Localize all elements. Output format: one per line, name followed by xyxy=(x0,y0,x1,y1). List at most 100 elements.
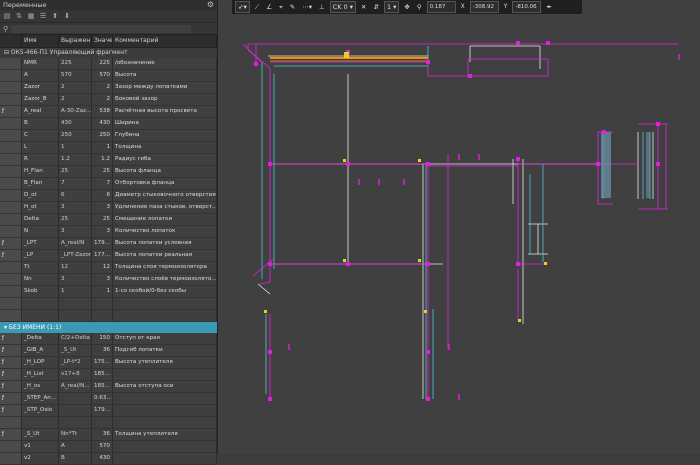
variable-comment[interactable]: Высота лопатки реальная xyxy=(113,250,217,261)
variable-comment[interactable]: Зазор между лопатками xyxy=(113,82,217,93)
variable-comment[interactable]: Количество лопаток xyxy=(113,226,217,237)
variable-value[interactable]: 3 xyxy=(92,226,113,237)
variable-expression[interactable]: 1 xyxy=(59,142,92,153)
variable-value[interactable]: 179... xyxy=(92,405,113,416)
row-type-icon[interactable] xyxy=(0,262,22,273)
variable-name[interactable]: B_Flan xyxy=(22,178,59,189)
row-type-icon[interactable] xyxy=(0,118,22,129)
table-row[interactable]: N 3 3 Количество лопаток xyxy=(0,226,217,238)
table-row[interactable]: ƒ _GIB_A _S_Ut 36 Подгиб лопатки xyxy=(0,345,217,357)
variable-value[interactable]: 36 xyxy=(92,345,113,356)
row-type-icon[interactable] xyxy=(0,166,22,177)
row-type-icon[interactable] xyxy=(0,286,22,297)
angle-snap-icon[interactable]: ∠ xyxy=(264,2,274,12)
variable-value[interactable]: 250 xyxy=(92,130,113,141)
variable-comment[interactable]: Отбортовка фланца xyxy=(113,178,217,189)
table-row[interactable]: Zazor_B 2 2 Боковой зазор xyxy=(0,94,217,106)
variable-expression[interactable]: C/2+Delta xyxy=(59,333,92,344)
variable-comment[interactable]: /обозначение xyxy=(113,58,217,69)
table-row[interactable]: D_ot 6 6 Диаметр стыковочного отверстия xyxy=(0,190,217,202)
variable-value[interactable]: 1 xyxy=(92,286,113,297)
point-snap-icon[interactable]: ⌖ xyxy=(277,2,285,12)
variable-name[interactable]: _GIB_A xyxy=(22,345,59,356)
variable-name[interactable]: _STEP_An... xyxy=(22,393,59,404)
column-header-icon[interactable] xyxy=(0,35,22,47)
table-row[interactable]: ƒ _Delta C/2+Delta 150 Отступ от края xyxy=(0,333,217,345)
eyedropper-icon[interactable]: ✒ xyxy=(544,2,553,12)
table-row[interactable]: ƒ A_real A-30-Zaz... 538 Расчётная высота пр… xyxy=(0,106,217,118)
edit-icon[interactable]: ✎ xyxy=(288,2,297,12)
table-row[interactable]: ƒ _STP_Osio 179... xyxy=(0,405,217,417)
table-row[interactable]: ƒ _S_Ut Nn*Tt 36 Толщина утеплителя xyxy=(0,429,217,441)
variable-value[interactable]: 430 xyxy=(92,453,113,464)
variable-value[interactable]: 538 xyxy=(92,106,113,117)
variable-comment[interactable] xyxy=(113,393,217,404)
variable-name[interactable]: Tt xyxy=(22,262,59,273)
variable-comment[interactable]: Удлинение паза стыков. отверст... xyxy=(113,202,217,213)
row-type-icon[interactable] xyxy=(0,70,22,81)
x-coordinate-input[interactable]: -308.92 xyxy=(469,1,499,13)
variable-value[interactable]: 225 xyxy=(92,58,113,69)
column-header-expression[interactable]: Выражен... xyxy=(59,35,92,47)
table-row[interactable]: Delta 25 25 Смещение лопатки xyxy=(0,214,217,226)
table-row[interactable]: ƒ _LPT A_real/N 179... Высота лопатки условн… xyxy=(0,238,217,250)
table-row[interactable] xyxy=(0,417,217,429)
variable-expression[interactable]: A_real/N xyxy=(59,238,92,249)
variable-name[interactable]: L xyxy=(22,142,59,153)
row-type-icon[interactable] xyxy=(0,190,22,201)
variable-expression[interactable]: 225 xyxy=(59,58,92,69)
ortho-icon[interactable]: ⊥ xyxy=(317,2,327,12)
variable-name[interactable]: _LP xyxy=(22,250,59,261)
table-row[interactable]: ƒ _H_List v17+8 185... xyxy=(0,369,217,381)
variable-name[interactable]: _S_Ut xyxy=(22,429,59,440)
variable-comment[interactable]: Подгиб лопатки xyxy=(113,345,217,356)
row-type-icon[interactable]: ƒ xyxy=(0,250,22,261)
variable-value[interactable]: 1.2 xyxy=(92,154,113,165)
variable-name[interactable]: A xyxy=(22,70,59,81)
variable-expression[interactable]: A_real/N... xyxy=(59,381,92,392)
variable-value[interactable]: 570 xyxy=(92,441,113,452)
variable-expression[interactable] xyxy=(59,405,92,416)
variable-comment[interactable] xyxy=(113,417,217,428)
layer-icon[interactable]: ⇵ xyxy=(371,2,380,12)
row-type-icon[interactable] xyxy=(0,82,22,93)
cursor-mode-icon[interactable]: ➶▾ xyxy=(235,1,250,13)
variable-name[interactable]: NMR xyxy=(22,58,59,69)
row-type-icon[interactable] xyxy=(0,142,22,153)
table-row[interactable]: v1 A 570 xyxy=(0,441,217,453)
variable-comment[interactable]: Высота лопатки условная xyxy=(113,238,217,249)
variable-value[interactable]: 430 xyxy=(92,118,113,129)
variable-name[interactable]: Zazor_B xyxy=(22,94,59,105)
variable-name[interactable]: H_ot xyxy=(22,202,59,213)
table-row[interactable]: ƒ _H_os A_real/N... 185... Высота отступа ос… xyxy=(0,381,217,393)
variable-comment[interactable]: Диаметр стыковочного отверстия xyxy=(113,190,217,201)
pan-icon[interactable]: ✥ xyxy=(402,2,411,12)
column-header-value[interactable]: Значе... xyxy=(92,35,113,47)
zoom-input[interactable]: 0.187 xyxy=(426,1,456,13)
variable-value[interactable]: 185... xyxy=(92,381,113,392)
variable-value[interactable]: 175... xyxy=(92,357,113,368)
table-row[interactable]: Nn 3 3 Количество слоёв термоизолято... xyxy=(0,274,217,286)
table-row[interactable]: ƒ _LP _LPT-Zazor 177... Высота лопатки реаль… xyxy=(0,250,217,262)
variable-expression[interactable]: 6 xyxy=(59,190,92,201)
table-row[interactable]: Skob 1 1 1-со скобой/0-без скобы xyxy=(0,286,217,298)
list-icon[interactable]: ☰ xyxy=(39,12,47,20)
cs-select[interactable]: CK 0 ▾ xyxy=(329,1,357,13)
variable-expression[interactable]: 3 xyxy=(59,202,92,213)
variable-expression[interactable]: _S_Ut xyxy=(59,345,92,356)
variable-expression[interactable]: A-30-Zaz... xyxy=(59,106,92,117)
variable-name[interactable]: _H_LOP xyxy=(22,357,59,368)
variable-name[interactable]: _Delta xyxy=(22,333,59,344)
row-type-icon[interactable]: ƒ xyxy=(0,106,22,117)
variable-expression[interactable]: 570 xyxy=(59,70,92,81)
variable-name[interactable]: A_real xyxy=(22,106,59,117)
table-row[interactable]: A 570 570 Высота xyxy=(0,70,217,82)
table-row[interactable]: H_ot 3 3 Удлинение паза стыков. отверст... xyxy=(0,202,217,214)
row-type-icon[interactable] xyxy=(0,130,22,141)
variable-name[interactable] xyxy=(22,417,59,428)
search-input[interactable] xyxy=(11,24,192,33)
variable-expression[interactable]: Nn*Tt xyxy=(59,429,92,440)
variable-comment[interactable]: Высота отступа оси xyxy=(113,381,217,392)
snap-icon[interactable]: ⟋ xyxy=(253,2,262,12)
variable-comment[interactable]: Отступ от края xyxy=(113,333,217,344)
